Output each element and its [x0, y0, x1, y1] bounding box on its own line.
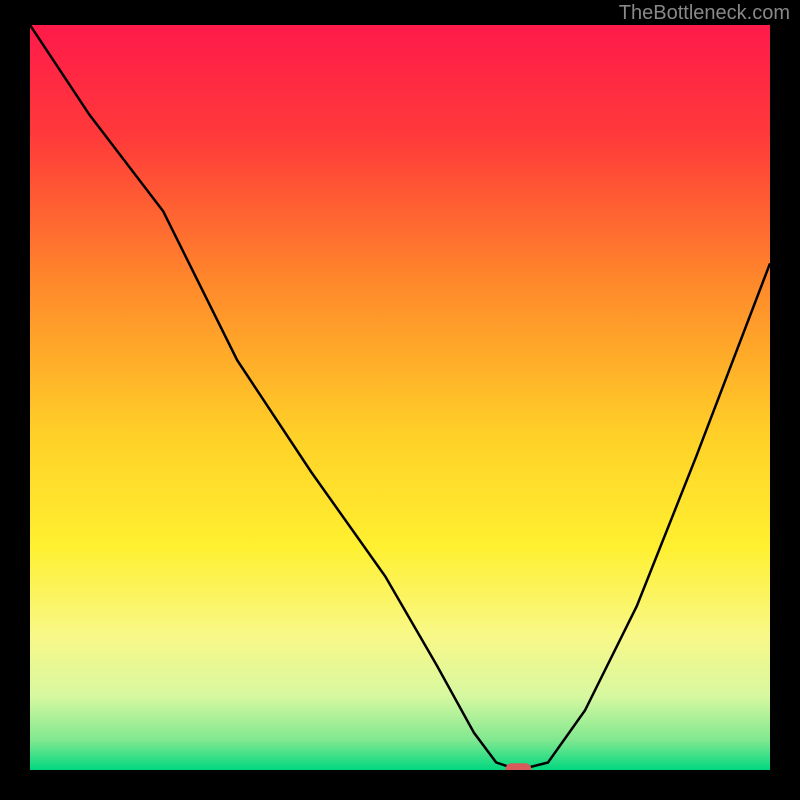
chart-svg — [30, 25, 770, 770]
optimal-marker — [505, 763, 531, 770]
watermark-text: TheBottleneck.com — [619, 2, 790, 25]
chart-container — [30, 25, 770, 770]
gradient-background — [30, 25, 770, 770]
